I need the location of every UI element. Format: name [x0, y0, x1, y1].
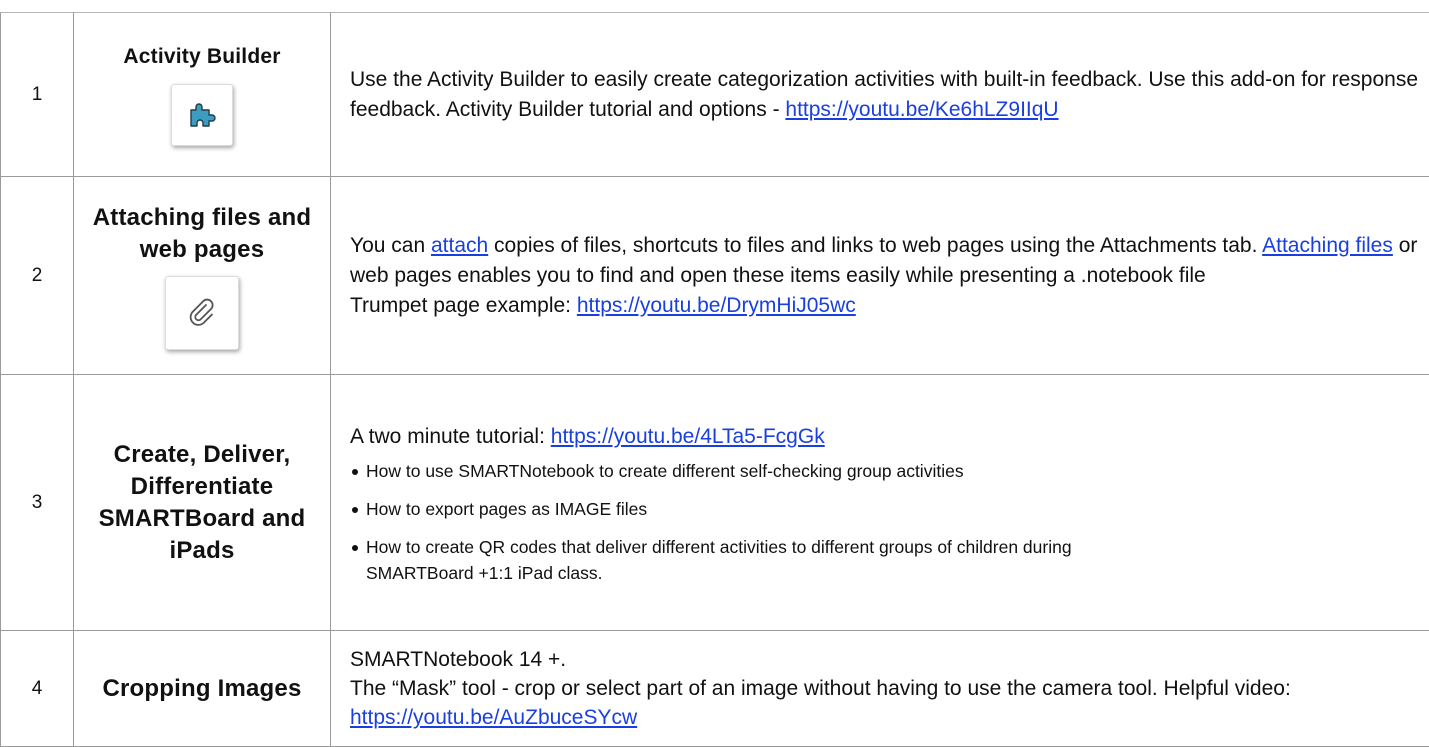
attach-link[interactable]: attach — [431, 234, 488, 257]
bullet-list: How to use SMARTNotebook to create diffe… — [350, 458, 1423, 586]
feature-description: Use the Activity Builder to easily creat… — [331, 13, 1429, 177]
feature-title: Create, Deliver, Differentiate SMARTBoar… — [74, 439, 330, 567]
feature-title-cell: Attaching files and web pages — [74, 177, 331, 375]
list-item: How to create QR codes that deliver diff… — [350, 534, 1423, 586]
example-link[interactable]: https://youtu.be/DrymHiJ05wc — [577, 294, 856, 317]
description-text: You can — [350, 234, 431, 257]
tutorial-link[interactable]: https://youtu.be/Ke6hLZ9IIqU — [785, 98, 1058, 121]
feature-description: You can attach copies of files, shortcut… — [331, 177, 1429, 375]
feature-description: SMARTNotebook 14 +. The “Mask” tool - cr… — [331, 631, 1429, 747]
feature-description: A two minute tutorial: https://youtu.be/… — [331, 375, 1429, 631]
feature-title-cell: Create, Deliver, Differentiate SMARTBoar… — [74, 375, 331, 631]
table-row: 4 Cropping Images SMARTNotebook 14 +. Th… — [1, 631, 1429, 747]
table-row: 3 Create, Deliver, Differentiate SMARTBo… — [1, 375, 1429, 631]
description-text: copies of files, shortcuts to files and … — [488, 234, 1262, 257]
feature-title: Attaching files and web pages — [74, 202, 330, 266]
table-row: 2 Attaching files and web pages You can … — [1, 177, 1429, 375]
icon-button-activity-builder[interactable] — [171, 84, 233, 146]
feature-title: Activity Builder — [74, 44, 330, 70]
list-item: How to export pages as IMAGE files — [350, 496, 1423, 522]
features-table: 1 Activity Builder Use the Activity Buil… — [0, 12, 1429, 747]
example-label: Trumpet page example: — [350, 294, 577, 317]
row-number: 3 — [1, 375, 74, 631]
icon-button-attachments[interactable] — [165, 276, 239, 350]
attaching-files-link[interactable]: Attaching files — [1262, 234, 1393, 257]
row-number: 2 — [1, 177, 74, 375]
intro-line: A two minute tutorial: https://youtu.be/… — [350, 422, 1423, 452]
row-number: 4 — [1, 631, 74, 747]
intro-text: A two minute tutorial: — [350, 425, 551, 448]
feature-title-cell: Activity Builder — [74, 13, 331, 177]
feature-title: Cropping Images — [74, 673, 330, 705]
tutorial-link[interactable]: https://youtu.be/4LTa5-FcgGk — [551, 425, 825, 448]
table-row: 1 Activity Builder Use the Activity Buil… — [1, 13, 1429, 177]
puzzle-piece-icon — [187, 100, 217, 130]
paperclip-icon — [185, 296, 219, 330]
row-number: 1 — [1, 13, 74, 177]
helpful-video-link[interactable]: https://youtu.be/AuZbuceSYcw — [350, 706, 637, 729]
example-line: Trumpet page example: https://youtu.be/D… — [350, 291, 1423, 321]
feature-title-cell: Cropping Images — [74, 631, 331, 747]
list-item: How to use SMARTNotebook to create diffe… — [350, 458, 1423, 484]
description-text: The “Mask” tool - crop or select part of… — [350, 677, 1291, 700]
version-line: SMARTNotebook 14 +. — [350, 645, 1423, 674]
